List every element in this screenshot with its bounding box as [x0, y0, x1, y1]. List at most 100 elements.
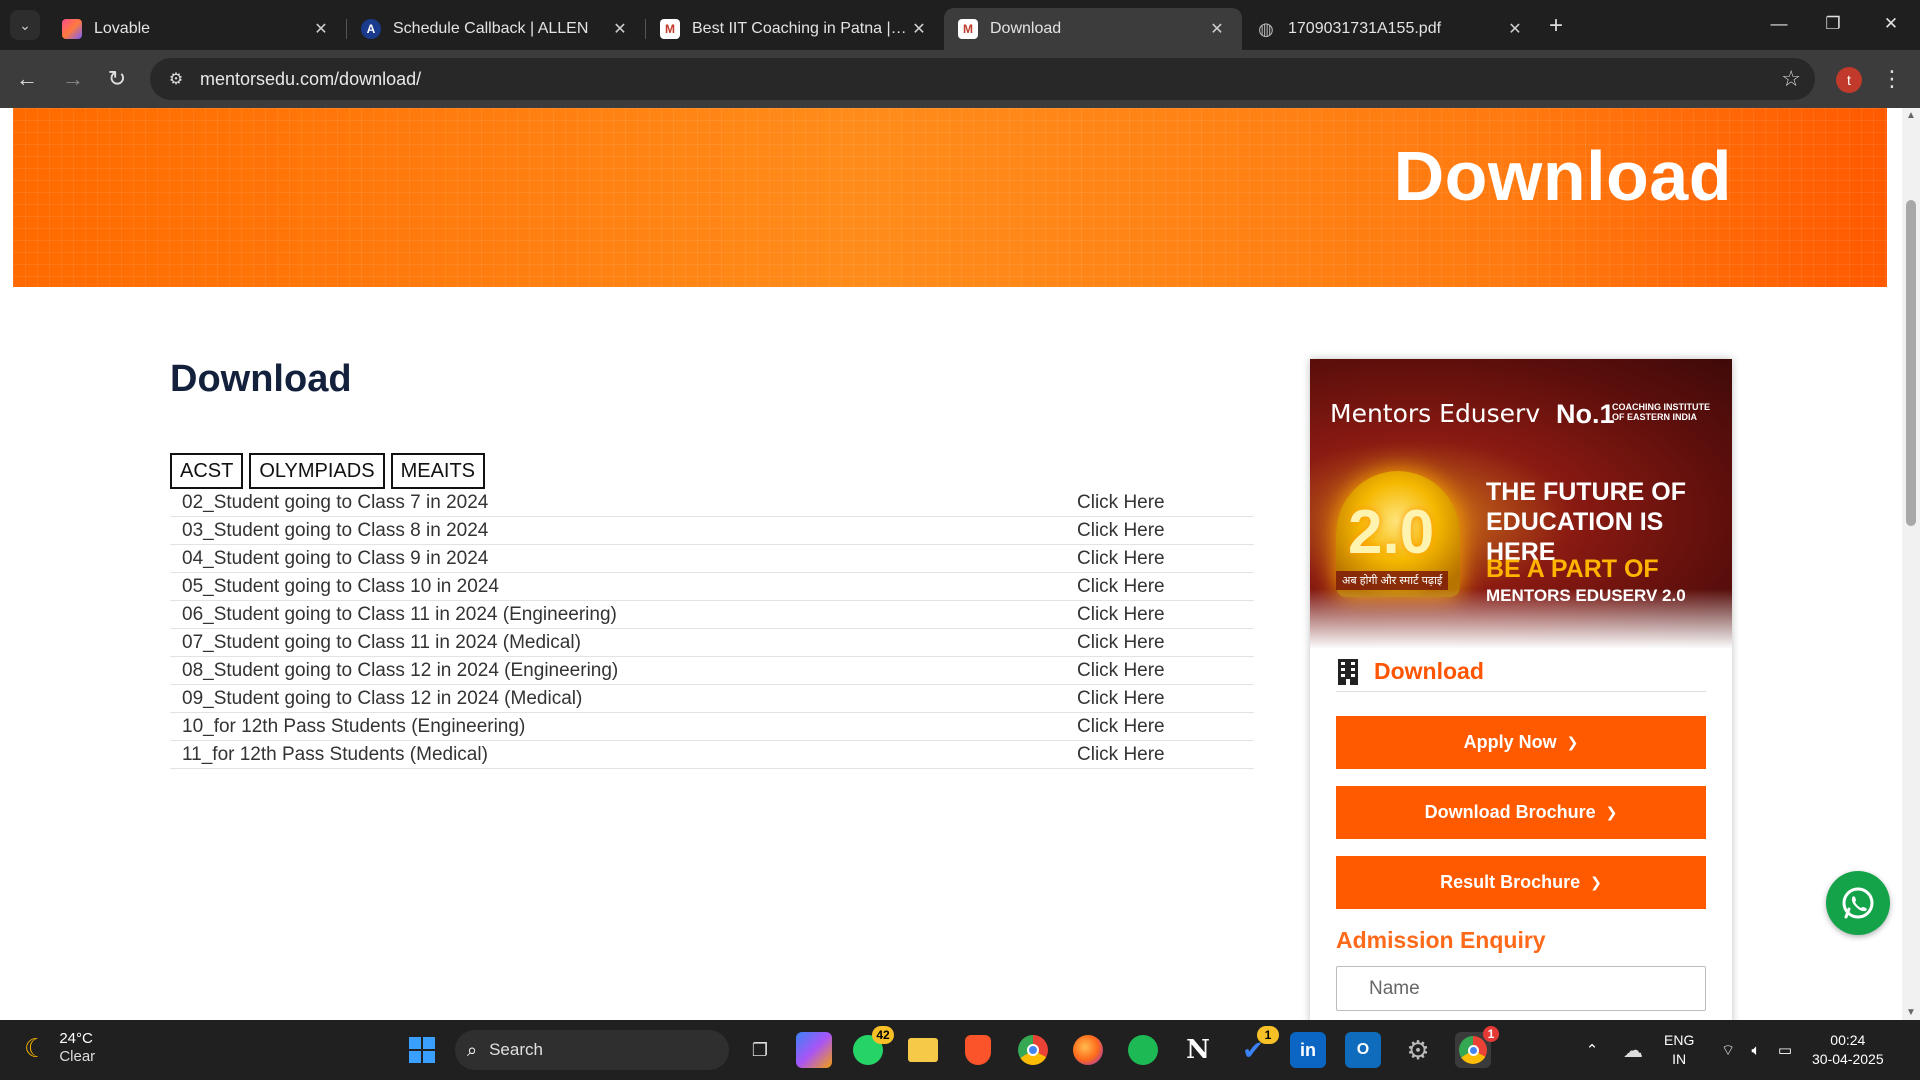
- click-here-link[interactable]: Click Here: [1077, 520, 1165, 542]
- close-icon[interactable]: ✕: [908, 18, 930, 40]
- linkedin-icon[interactable]: in: [1290, 1032, 1326, 1068]
- new-tab-button[interactable]: +: [1542, 12, 1570, 40]
- settings-gear-icon[interactable]: ⚙: [1400, 1032, 1436, 1068]
- reload-button[interactable]: ↻: [100, 62, 134, 96]
- system-clock[interactable]: 00:24 30-04-2025: [1812, 1031, 1884, 1069]
- whatsapp-chat-button[interactable]: [1826, 871, 1890, 935]
- promo-banner[interactable]: Mentors Eduserv No.1 COACHING INSTITUTE …: [1310, 359, 1732, 649]
- chevron-down-icon: ⌄: [19, 16, 31, 33]
- result-brochure-button[interactable]: Result Brochure ❯: [1336, 856, 1706, 909]
- click-here-link[interactable]: Click Here: [1077, 548, 1165, 570]
- weather-widget[interactable]: ☾ 24°C Clear: [24, 1030, 95, 1066]
- tab-search-button[interactable]: ⌄: [10, 10, 40, 40]
- list-item: 10_for 12th Pass Students (Engineering) C…: [170, 713, 1254, 741]
- click-here-link[interactable]: Click Here: [1077, 660, 1165, 682]
- task-view-icon[interactable]: ❐: [742, 1032, 778, 1068]
- click-here-link[interactable]: Click Here: [1077, 744, 1165, 766]
- close-icon[interactable]: ✕: [1206, 18, 1228, 40]
- search-icon: ⌕: [467, 1039, 478, 1060]
- banner-rank-sub: COACHING INSTITUTE OF EASTERN INDIA: [1612, 402, 1710, 422]
- tab-title: 1709031731A155.pdf: [1288, 20, 1442, 37]
- chrome-active-taskbar-icon[interactable]: 1: [1455, 1026, 1499, 1068]
- list-item: 06_Student going to Class 11 in 2024 (En…: [170, 601, 1254, 629]
- notification-badge: 42: [872, 1026, 894, 1044]
- file-explorer-icon[interactable]: [905, 1032, 941, 1068]
- profile-avatar[interactable]: t: [1836, 67, 1862, 93]
- copilot-icon[interactable]: [796, 1032, 832, 1068]
- notion-icon[interactable]: N: [1180, 1032, 1216, 1068]
- search-label: Search: [489, 1040, 543, 1059]
- sidebar-download-label: Download: [1374, 658, 1484, 684]
- tab-acst[interactable]: ACST: [170, 453, 244, 489]
- close-icon[interactable]: ✕: [310, 18, 332, 40]
- windows-logo-icon: [409, 1037, 435, 1063]
- banner-subheadline: BE A PART OF: [1486, 555, 1659, 583]
- apply-now-button[interactable]: Apply Now ❯: [1336, 716, 1706, 769]
- item-label: 07_Student going to Class 11 in 2024 (Me…: [182, 632, 581, 653]
- wifi-icon[interactable]: ⌔: [1716, 1032, 1740, 1068]
- mentors-icon: M: [958, 19, 978, 39]
- scrollbar-thumb[interactable]: [1906, 200, 1916, 526]
- admission-enquiry-title: Admission Enquiry: [1336, 927, 1546, 953]
- click-here-link[interactable]: Click Here: [1077, 688, 1165, 710]
- page-scrollbar[interactable]: ▲ ▼: [1902, 108, 1920, 1020]
- click-here-link[interactable]: Click Here: [1077, 632, 1165, 654]
- url-text[interactable]: mentorsedu.com/download/: [200, 69, 421, 90]
- tab-olympiads[interactable]: OLYMPIADS: [249, 453, 385, 489]
- close-icon[interactable]: ✕: [609, 18, 631, 40]
- forward-button[interactable]: →: [56, 62, 90, 96]
- page-title: Download: [170, 358, 352, 400]
- address-bar[interactable]: ⚙ mentorsedu.com/download/ ☆: [150, 58, 1815, 100]
- folder-icon: [908, 1038, 938, 1062]
- chrome-icon: [1459, 1036, 1487, 1064]
- whatsapp-icon: [1842, 887, 1874, 919]
- click-here-link[interactable]: Click Here: [1077, 716, 1165, 738]
- scroll-down-icon[interactable]: ▼: [1906, 1007, 1916, 1018]
- click-here-link[interactable]: Click Here: [1077, 604, 1165, 626]
- show-hidden-icons-button[interactable]: ⌃: [1582, 1032, 1602, 1068]
- weather-condition: Clear: [59, 1048, 96, 1065]
- tab-download[interactable]: M Download ✕: [944, 8, 1242, 50]
- cloud-icon[interactable]: ☁: [1618, 1032, 1648, 1068]
- tab-title: Lovable: [94, 20, 151, 37]
- name-input[interactable]: [1336, 966, 1706, 1011]
- click-here-link[interactable]: Click Here: [1077, 576, 1165, 598]
- close-icon[interactable]: ✕: [1504, 18, 1526, 40]
- site-settings-icon[interactable]: ⚙: [156, 59, 196, 99]
- start-button[interactable]: [404, 1032, 440, 1068]
- brave-browser-icon[interactable]: [960, 1032, 996, 1068]
- building-icon: [1336, 658, 1360, 686]
- back-button[interactable]: ←: [10, 62, 44, 96]
- language-indicator[interactable]: ENG IN: [1664, 1031, 1694, 1069]
- browser-menu-icon[interactable]: ⋮: [1880, 64, 1904, 94]
- chevron-up-icon: ⌃: [1585, 1042, 1599, 1059]
- tab-allen[interactable]: A Schedule Callback | ALLEN ✕: [347, 8, 645, 50]
- click-here-link[interactable]: Click Here: [1077, 492, 1165, 514]
- whatsapp-taskbar-icon[interactable]: 42: [850, 1026, 894, 1068]
- download-brochure-button[interactable]: Download Brochure ❯: [1336, 786, 1706, 839]
- minimize-icon: —: [1770, 14, 1788, 33]
- minimize-button[interactable]: —: [1754, 8, 1804, 40]
- tab-meaits[interactable]: MEAITS: [390, 453, 486, 489]
- firefox-icon[interactable]: [1070, 1032, 1106, 1068]
- tab-lovable[interactable]: Lovable ✕: [48, 8, 346, 50]
- restore-button[interactable]: ❐: [1808, 8, 1858, 40]
- bookmark-star-icon[interactable]: ☆: [1781, 66, 1801, 92]
- volume-icon[interactable]: 🔈︎: [1744, 1032, 1768, 1068]
- close-window-button[interactable]: ✕: [1866, 8, 1916, 40]
- battery-icon[interactable]: ▭: [1772, 1032, 1798, 1068]
- plus-icon: +: [1548, 12, 1563, 39]
- button-label: Result Brochure: [1440, 872, 1581, 892]
- chrome-taskbar-icon[interactable]: [1015, 1032, 1051, 1068]
- scroll-up-icon[interactable]: ▲: [1906, 110, 1916, 121]
- tab-pdf[interactable]: ◍ 1709031731A155.pdf ✕: [1242, 8, 1540, 50]
- reload-icon: ↻: [107, 66, 127, 91]
- weather-temp: 24°C: [59, 1030, 93, 1047]
- hero-title: Download: [1393, 137, 1732, 215]
- outlook-icon[interactable]: O: [1345, 1032, 1381, 1068]
- taskbar-search[interactable]: ⌕ Search: [455, 1030, 729, 1070]
- banner-hindi-tagline: अब होगी और स्मार्ट पढ़ाई: [1336, 571, 1449, 590]
- spotify-icon[interactable]: [1125, 1032, 1161, 1068]
- todo-icon[interactable]: ✔ 1: [1235, 1026, 1279, 1068]
- tab-best-iit[interactable]: M Best IIT Coaching in Patna | Best ✕: [646, 8, 944, 50]
